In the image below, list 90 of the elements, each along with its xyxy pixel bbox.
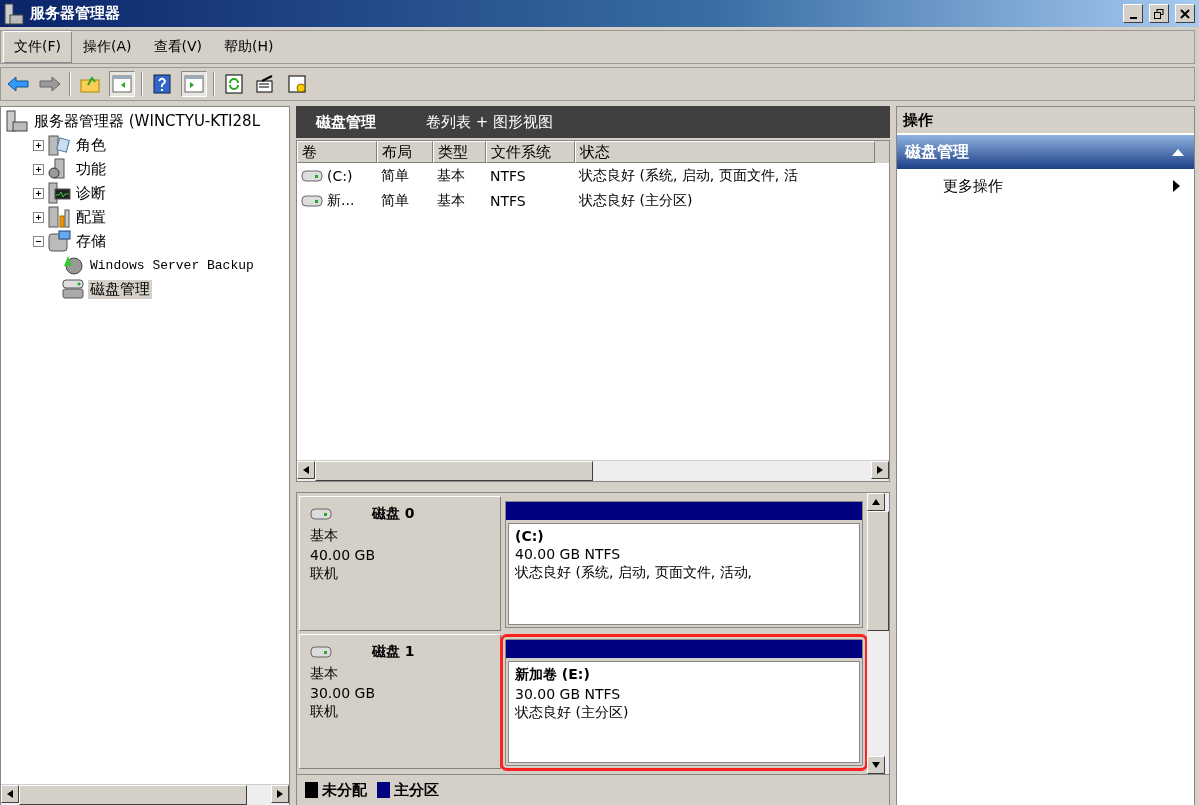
collapse-button[interactable] <box>33 235 44 247</box>
tree-item[interactable]: 磁盘管理 <box>88 279 152 299</box>
right-arrow-icon <box>877 466 883 474</box>
expand-button[interactable] <box>33 211 44 223</box>
table-cell: 状态良好 (系统, 启动, 页面文件, 活 <box>579 166 798 185</box>
server-icon <box>4 2 24 25</box>
table-cell: NTFS <box>490 167 526 184</box>
menu-item[interactable]: 操作(A) <box>72 31 143 63</box>
tree-item[interactable]: Windows Server Backup <box>88 257 256 273</box>
up-arrow-icon <box>872 499 880 505</box>
table-cell: 基本 <box>437 166 465 185</box>
scroll-right-button[interactable] <box>271 785 289 803</box>
action-item[interactable]: 更多操作 <box>897 169 1194 203</box>
partition-status: 状态良好 (主分区) <box>515 704 630 722</box>
legend-label: 未分配 <box>322 780 367 800</box>
column-header[interactable]: 布局 <box>377 141 433 163</box>
backup-icon <box>61 254 85 276</box>
partition-name: 新加卷 (E:) <box>515 666 591 684</box>
left-arrow-icon <box>303 466 309 474</box>
partition-size: 40.00 GB NTFS <box>515 546 622 562</box>
disk-name: 磁盘 1 <box>372 643 415 661</box>
disk-status: 联机 <box>310 565 339 583</box>
restore-icon <box>1154 8 1164 19</box>
column-header[interactable]: 状态 <box>575 141 875 163</box>
menu-item[interactable]: 文件(F) <box>3 31 72 63</box>
expand-button[interactable] <box>33 187 44 199</box>
tree-item[interactable]: 配置 <box>74 207 108 227</box>
scroll-up-button[interactable] <box>867 493 885 511</box>
table-cell: 简单 <box>381 166 409 185</box>
table-cell: NTFS <box>490 192 526 209</box>
column-header[interactable]: 卷 <box>297 141 377 163</box>
server-monitor-icon <box>47 182 71 204</box>
scroll-down-button[interactable] <box>867 756 885 774</box>
disk-name: 磁盘 0 <box>372 505 415 523</box>
right-arrow-icon <box>277 790 283 798</box>
scroll-left-button[interactable] <box>1 785 19 803</box>
disk-size: 30.00 GB <box>310 685 376 701</box>
scroll-right-button[interactable] <box>871 461 889 479</box>
drive-icon <box>301 169 323 182</box>
tree-item[interactable]: 角色 <box>74 135 108 155</box>
server-document-icon <box>47 134 71 156</box>
scrollbar-thumb[interactable] <box>315 461 593 481</box>
collapse-icon <box>1172 148 1184 156</box>
down-arrow-icon <box>872 762 880 768</box>
left-arrow-icon <box>7 790 13 798</box>
close-button[interactable] <box>1175 4 1195 23</box>
column-header[interactable]: 类型 <box>433 141 486 163</box>
table-cell: 基本 <box>437 191 465 210</box>
minimize-button[interactable] <box>1123 4 1143 23</box>
table-cell: 简单 <box>381 191 409 210</box>
legend-label: 主分区 <box>394 780 439 800</box>
scrollbar-thumb[interactable] <box>19 785 247 805</box>
server-tools-icon <box>47 206 71 228</box>
window-title: 服务器管理器 <box>30 4 120 23</box>
partition-size: 30.00 GB NTFS <box>515 686 622 702</box>
menu-item[interactable]: 帮助(H) <box>213 31 285 63</box>
actions-section-header[interactable]: 磁盘管理 <box>897 135 1194 169</box>
drive-icon <box>301 194 323 207</box>
table-cell: (C:) <box>327 167 353 184</box>
partition-name: (C:) <box>515 528 545 544</box>
table-cell: 新... <box>327 191 355 210</box>
tree-item[interactable]: 服务器管理器 (WINCTYU-KTI28L <box>32 111 262 131</box>
action-pane-button[interactable] <box>181 71 207 97</box>
tree-item[interactable]: 诊断 <box>74 183 108 203</box>
tree-item[interactable]: 存储 <box>74 231 108 251</box>
storage-server-icon <box>47 230 71 252</box>
submenu-arrow-icon <box>1173 180 1180 192</box>
console-tree-button[interactable] <box>109 71 135 97</box>
table-cell: 状态良好 (主分区) <box>579 191 693 210</box>
actions-header: 操作 <box>897 107 1194 135</box>
disk-type: 基本 <box>310 665 339 683</box>
server-icon <box>5 110 29 132</box>
disk-type: 基本 <box>310 527 339 545</box>
disk-status: 联机 <box>310 703 339 721</box>
partition-status: 状态良好 (系统, 启动, 页面文件, 活动, <box>515 564 754 582</box>
panel-title: 磁盘管理 <box>316 112 376 132</box>
view-subtitle: 卷列表 + 图形视图 <box>426 112 554 132</box>
scroll-left-button[interactable] <box>297 461 315 479</box>
disk-size: 40.00 GB <box>310 547 376 563</box>
minimize-icon <box>1129 16 1137 19</box>
tree-item[interactable]: 功能 <box>74 159 108 179</box>
menu-item[interactable]: 查看(V) <box>142 31 213 63</box>
restore-button[interactable] <box>1149 4 1169 23</box>
expand-button[interactable] <box>33 139 44 151</box>
expand-button[interactable] <box>33 163 44 175</box>
partition-block[interactable]: (C:) 40.00 GB NTFS 状态良好 (系统, 启动, 页面文件, 活动, <box>505 501 863 628</box>
disk-drive-icon <box>61 278 85 300</box>
scrollbar-thumb[interactable] <box>867 511 889 631</box>
close-icon <box>1180 8 1190 19</box>
column-header[interactable]: 文件系统 <box>486 141 575 163</box>
